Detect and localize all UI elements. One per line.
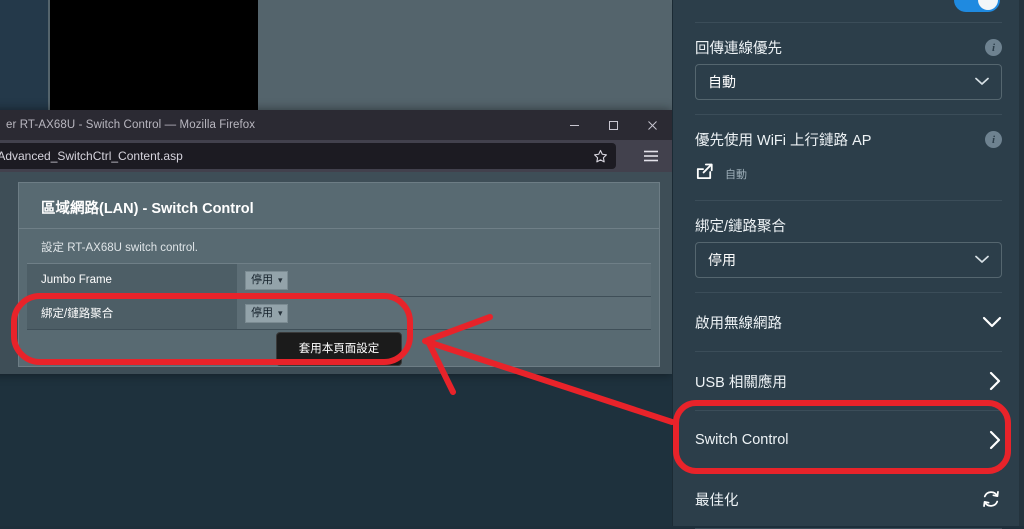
- info-icon[interactable]: i: [985, 131, 1002, 148]
- toggle-row: [673, 0, 1024, 22]
- section-backhaul-priority: 回傳連線優先 i 自動: [673, 23, 1024, 100]
- wifi-toggle-switch[interactable]: [954, 0, 1000, 12]
- chevron-right-icon: [989, 430, 1002, 450]
- switch-control-table: Jumbo Frame 停用 ▾ 綁定/鏈路聚合 停用 ▾: [27, 263, 651, 330]
- nav-item-optimization[interactable]: 最佳化: [673, 470, 1024, 528]
- section-label-row: 回傳連線優先 i: [695, 23, 1002, 64]
- section-label-row: 優先使用 WiFi 上行鏈路 AP i: [695, 115, 1002, 156]
- info-icon[interactable]: i: [985, 39, 1002, 56]
- page-title: 區域網路(LAN) - Switch Control: [19, 183, 659, 229]
- jumbo-frame-select-value: 停用: [251, 273, 273, 286]
- toggle-knob: [978, 0, 998, 10]
- page-description: 設定 RT-AX68U switch control.: [41, 242, 199, 254]
- background-lower-area: [0, 374, 672, 526]
- address-bar[interactable]: /Advanced_SwitchCtrl_Content.asp: [0, 143, 616, 169]
- switch-control-card: 區域網路(LAN) - Switch Control 設定 RT-AX68U s…: [18, 182, 660, 367]
- table-row-field: 停用 ▾: [237, 264, 651, 296]
- nav-item-switch-control[interactable]: Switch Control: [673, 411, 1024, 469]
- chevron-down-icon: [975, 76, 989, 88]
- chevron-down-icon: ▾: [278, 274, 283, 285]
- table-row-label: Jumbo Frame: [27, 264, 237, 296]
- firefox-window: er RT-AX68U - Switch Control — Mozilla F…: [0, 110, 672, 374]
- hamburger-menu-icon[interactable]: [638, 145, 664, 167]
- nav-item-usb-application[interactable]: USB 相關應用: [673, 352, 1024, 410]
- chevron-down-icon: [975, 254, 989, 266]
- table-row: 綁定/鏈路聚合 停用 ▾: [27, 297, 651, 330]
- maximize-button[interactable]: [594, 110, 633, 140]
- link-aggregation-select[interactable]: 停用: [695, 242, 1002, 278]
- backhaul-priority-select[interactable]: 自動: [695, 64, 1002, 100]
- address-bar-url: /Advanced_SwitchCtrl_Content.asp: [0, 149, 183, 163]
- section-link-aggregation: 綁定/鏈路聚合 停用: [673, 201, 1024, 278]
- window-title: er RT-AX68U - Switch Control — Mozilla F…: [6, 119, 256, 131]
- router-app-settings-panel: 回傳連線優先 i 自動 優先使用 WiFi 上行鏈路 AP i 自動 綁定/鏈路…: [672, 0, 1024, 529]
- redacted-black-block: [50, 0, 258, 110]
- wifi-uplink-ap-value: 自動: [725, 169, 747, 181]
- chevron-down-icon: ▾: [278, 307, 283, 318]
- table-row: Jumbo Frame 停用 ▾: [27, 264, 651, 297]
- section-wifi-uplink-ap: 優先使用 WiFi 上行鏈路 AP i 自動: [673, 115, 1024, 200]
- firefox-titlebar[interactable]: er RT-AX68U - Switch Control — Mozilla F…: [0, 110, 672, 140]
- background-left-strip: [0, 0, 48, 110]
- backhaul-priority-value: 自動: [708, 74, 736, 90]
- nav-item-label: USB 相關應用: [695, 374, 787, 391]
- panel-scrollbar[interactable]: [1019, 0, 1024, 526]
- chevron-right-icon: [989, 371, 1002, 391]
- window-controls: [555, 110, 672, 140]
- table-row-field: 停用 ▾: [237, 297, 651, 329]
- link-aggregation-select-value: 停用: [251, 306, 273, 319]
- close-button[interactable]: [633, 110, 672, 140]
- jumbo-frame-select[interactable]: 停用 ▾: [245, 270, 288, 290]
- card-footer: 套用本頁面設定: [19, 330, 659, 366]
- minimize-button[interactable]: [555, 110, 594, 140]
- section-label: 優先使用 WiFi 上行鏈路 AP: [695, 133, 872, 149]
- firefox-navigation-bar: /Advanced_SwitchCtrl_Content.asp: [0, 140, 672, 172]
- chevron-down-icon: [982, 316, 1002, 329]
- section-label: 綁定/鏈路聚合: [695, 219, 787, 235]
- section-label-row: 綁定/鏈路聚合: [695, 201, 1002, 242]
- external-link-icon: [695, 162, 714, 186]
- table-row-label: 綁定/鏈路聚合: [27, 297, 237, 329]
- nav-item-label: 最佳化: [695, 492, 739, 509]
- refresh-icon: [980, 488, 1002, 510]
- section-label: 回傳連線優先: [695, 41, 782, 57]
- nav-item-label: Switch Control: [695, 432, 789, 448]
- wifi-uplink-ap-link[interactable]: 自動: [695, 156, 1002, 200]
- nav-item-enable-wireless[interactable]: 啟用無線網路: [673, 293, 1024, 351]
- browser-viewport: 區域網路(LAN) - Switch Control 設定 RT-AX68U s…: [0, 172, 672, 374]
- link-aggregation-select[interactable]: 停用 ▾: [245, 303, 288, 323]
- nav-item-label: 啟用無線網路: [695, 315, 782, 332]
- apply-settings-button[interactable]: 套用本頁面設定: [275, 332, 403, 366]
- link-aggregation-value: 停用: [708, 252, 736, 268]
- bookmark-star-icon[interactable]: [588, 145, 612, 167]
